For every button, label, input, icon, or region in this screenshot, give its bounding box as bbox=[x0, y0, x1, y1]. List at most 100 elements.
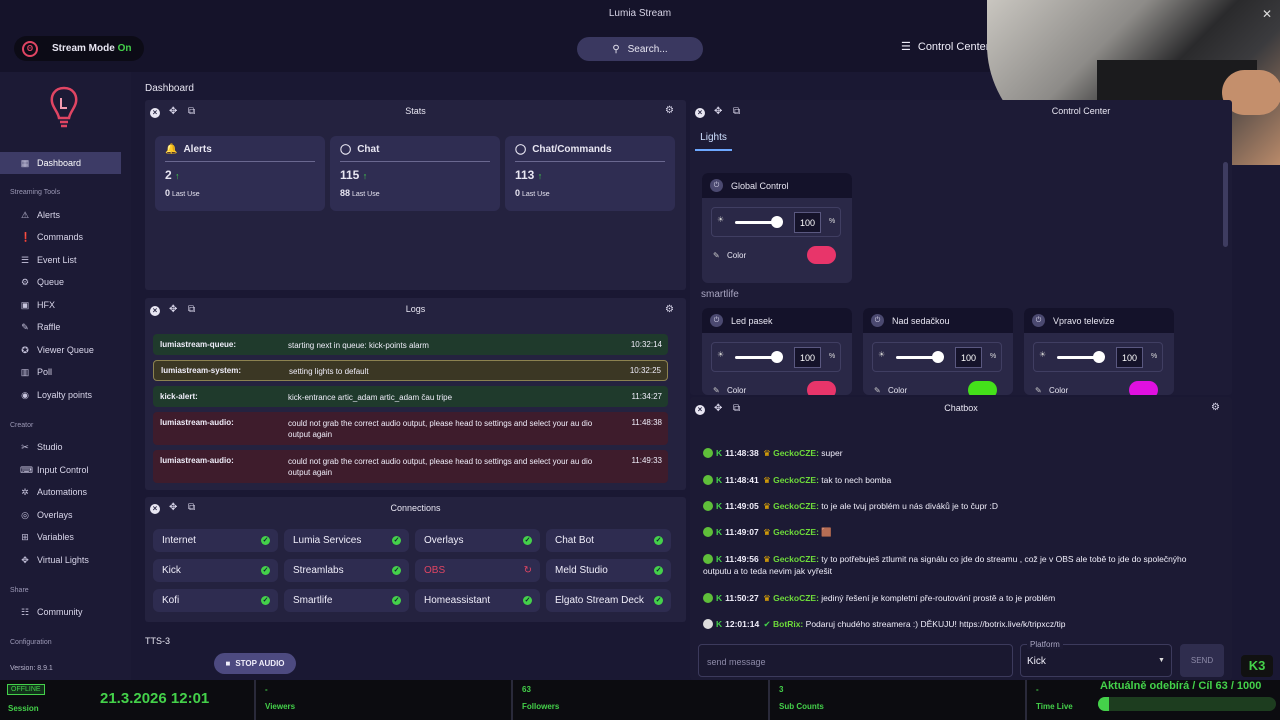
session-label: Session bbox=[8, 704, 39, 713]
sidebar-item-hfx[interactable]: ▣ HFX bbox=[0, 294, 121, 316]
sidebar-item-raffle[interactable]: ✎ Raffle bbox=[0, 316, 121, 338]
crown-icon: ♛ bbox=[763, 527, 771, 537]
sidebar-item-studio[interactable]: ✂ Studio bbox=[0, 436, 121, 458]
color-swatch[interactable] bbox=[1129, 381, 1158, 395]
chat-time: 11:48:41 bbox=[725, 475, 759, 485]
crown-icon: ♛ bbox=[763, 448, 771, 458]
brightness-slider[interactable] bbox=[735, 221, 775, 224]
brightness-input[interactable]: 100 bbox=[955, 347, 982, 368]
sub-goal-text: Aktuálně odebírá / Cíl 63 / 1000 bbox=[1100, 680, 1262, 692]
popout-icon[interactable]: ⧉ bbox=[188, 304, 195, 315]
search-button[interactable]: ⚲ Search... bbox=[577, 37, 703, 61]
close-icon[interactable]: × bbox=[150, 306, 160, 316]
control-center-panel: Control Center × ✥ ⧉ Lights smartlife ⏻ G… bbox=[690, 100, 1232, 395]
brightness-input[interactable]: 100 bbox=[794, 212, 821, 233]
log-row: lumiastream-system: setting lights to de… bbox=[153, 360, 668, 381]
color-swatch[interactable] bbox=[807, 246, 836, 264]
chat-text: 🟫 bbox=[821, 527, 832, 537]
slider-handle[interactable] bbox=[932, 351, 944, 363]
sidebar-item-automations[interactable]: ✲ Automations bbox=[0, 481, 121, 503]
kick-badge: K3 bbox=[1241, 655, 1273, 677]
power-icon[interactable]: ⏻ bbox=[1032, 314, 1045, 327]
popout-icon[interactable]: ⧉ bbox=[188, 502, 195, 513]
control-center-button[interactable]: ☰ Control Center bbox=[901, 40, 989, 54]
sidebar-item-overlays[interactable]: ◎ Overlays bbox=[0, 504, 121, 526]
viewers-label: Viewers bbox=[265, 702, 296, 711]
connection-internet[interactable]: Internet ✓ bbox=[153, 529, 278, 552]
light-name: Led pasek bbox=[731, 315, 773, 326]
stop-audio-button[interactable]: ■ STOP AUDIO bbox=[214, 653, 296, 674]
connection-smartlife[interactable]: Smartlife ✓ bbox=[284, 589, 409, 612]
hfx-icon: ▣ bbox=[20, 299, 30, 310]
scrollbar[interactable] bbox=[1223, 162, 1228, 247]
brightness-slider[interactable] bbox=[896, 356, 936, 359]
connection-meld-studio[interactable]: Meld Studio ✓ bbox=[546, 559, 671, 582]
connection-obs[interactable]: OBS ↻ bbox=[415, 559, 540, 582]
sidebar-item-poll[interactable]: ▥ Poll bbox=[0, 361, 121, 383]
sidebar-item-community[interactable]: ☷ Community bbox=[0, 601, 121, 623]
ticket-icon: ✎ bbox=[21, 321, 29, 332]
close-icon[interactable]: × bbox=[695, 405, 705, 415]
popout-icon[interactable]: ⧉ bbox=[733, 403, 740, 414]
kick-platform-icon: K bbox=[716, 554, 723, 564]
connection-overlays[interactable]: Overlays ✓ bbox=[415, 529, 540, 552]
brightness-icon: ☀ bbox=[717, 215, 725, 224]
brightness-slider[interactable] bbox=[1057, 356, 1097, 359]
close-window-button[interactable]: ✕ bbox=[1262, 7, 1272, 21]
time-live-value: - bbox=[1036, 685, 1039, 694]
check-icon: ✓ bbox=[392, 536, 401, 545]
sidebar-item-virtual-lights[interactable]: ✥ Virtual Lights bbox=[0, 549, 121, 571]
move-icon[interactable]: ✥ bbox=[714, 403, 722, 414]
send-button[interactable]: SEND bbox=[1180, 644, 1224, 677]
connection-kofi[interactable]: Kofi ✓ bbox=[153, 589, 278, 612]
sidebar-item-event-list[interactable]: ☰ Event List bbox=[0, 249, 121, 271]
sidebar-item-loyalty-points[interactable]: ◉ Loyalty points bbox=[0, 384, 121, 406]
slider-handle[interactable] bbox=[1093, 351, 1105, 363]
power-icon[interactable]: ⏻ bbox=[710, 179, 723, 192]
sidebar-item-variables[interactable]: ⊞ Variables bbox=[0, 526, 121, 548]
sidebar-item-input-control[interactable]: ⌨ Input Control bbox=[0, 459, 121, 481]
chat-text: super bbox=[821, 448, 843, 458]
brightness-input[interactable]: 100 bbox=[794, 347, 821, 368]
move-icon[interactable]: ✥ bbox=[169, 304, 177, 315]
alert-icon: ⚠ bbox=[20, 209, 30, 220]
connection-elgato-stream-deck[interactable]: Elgato Stream Deck ✓ bbox=[546, 589, 671, 612]
tts-label: TTS-3 bbox=[145, 636, 171, 646]
brightness-slider[interactable] bbox=[735, 356, 775, 359]
move-icon[interactable]: ✥ bbox=[169, 106, 177, 117]
stream-mode-toggle[interactable]: ʘ Stream Mode On bbox=[14, 36, 144, 61]
move-icon[interactable]: ✥ bbox=[169, 502, 177, 513]
gear-icon[interactable]: ⚙ bbox=[665, 105, 674, 116]
gear-icon[interactable]: ⚙ bbox=[665, 304, 674, 315]
connection-chat-bot[interactable]: Chat Bot ✓ bbox=[546, 529, 671, 552]
close-icon[interactable]: × bbox=[150, 504, 160, 514]
configuration-heading: Configuration bbox=[10, 639, 52, 646]
slider-handle[interactable] bbox=[771, 216, 783, 228]
color-swatch[interactable] bbox=[807, 381, 836, 395]
sidebar-item-alerts[interactable]: ⚠ Alerts bbox=[0, 204, 121, 226]
color-swatch[interactable] bbox=[968, 381, 997, 395]
sidebar-item-dashboard[interactable]: ▦ Dashboard bbox=[0, 152, 121, 174]
sidebar-item-commands[interactable]: ❗ Commands bbox=[0, 226, 121, 248]
slider-handle[interactable] bbox=[771, 351, 783, 363]
sidebar-item-viewer-queue[interactable]: ✪ Viewer Queue bbox=[0, 339, 121, 361]
platform-select[interactable]: Platform Kick ▼ bbox=[1020, 640, 1172, 677]
connection-homeassistant[interactable]: Homeassistant ✓ bbox=[415, 589, 540, 612]
log-row: lumiastream-audio: could not grab the co… bbox=[153, 412, 668, 445]
power-icon[interactable]: ⏻ bbox=[710, 314, 723, 327]
send-message-input[interactable]: send message bbox=[698, 644, 1013, 677]
chat-time: 11:50:27 bbox=[725, 593, 759, 603]
brightness-input[interactable]: 100 bbox=[1116, 347, 1143, 368]
color-label: Color bbox=[1049, 386, 1069, 395]
connection-streamlabs[interactable]: Streamlabs ✓ bbox=[284, 559, 409, 582]
sidebar-item-queue[interactable]: ⚙ Queue bbox=[0, 271, 121, 293]
gear-icon[interactable]: ⚙ bbox=[1211, 402, 1220, 413]
popout-icon[interactable]: ⧉ bbox=[188, 106, 195, 117]
connection-kick[interactable]: Kick ✓ bbox=[153, 559, 278, 582]
avatar bbox=[703, 475, 713, 485]
close-icon[interactable]: × bbox=[150, 108, 160, 118]
poll-icon: ▥ bbox=[20, 366, 30, 377]
connection-lumia-services[interactable]: Lumia Services ✓ bbox=[284, 529, 409, 552]
chat-time: 11:49:56 bbox=[725, 554, 759, 564]
power-icon[interactable]: ⏻ bbox=[871, 314, 884, 327]
